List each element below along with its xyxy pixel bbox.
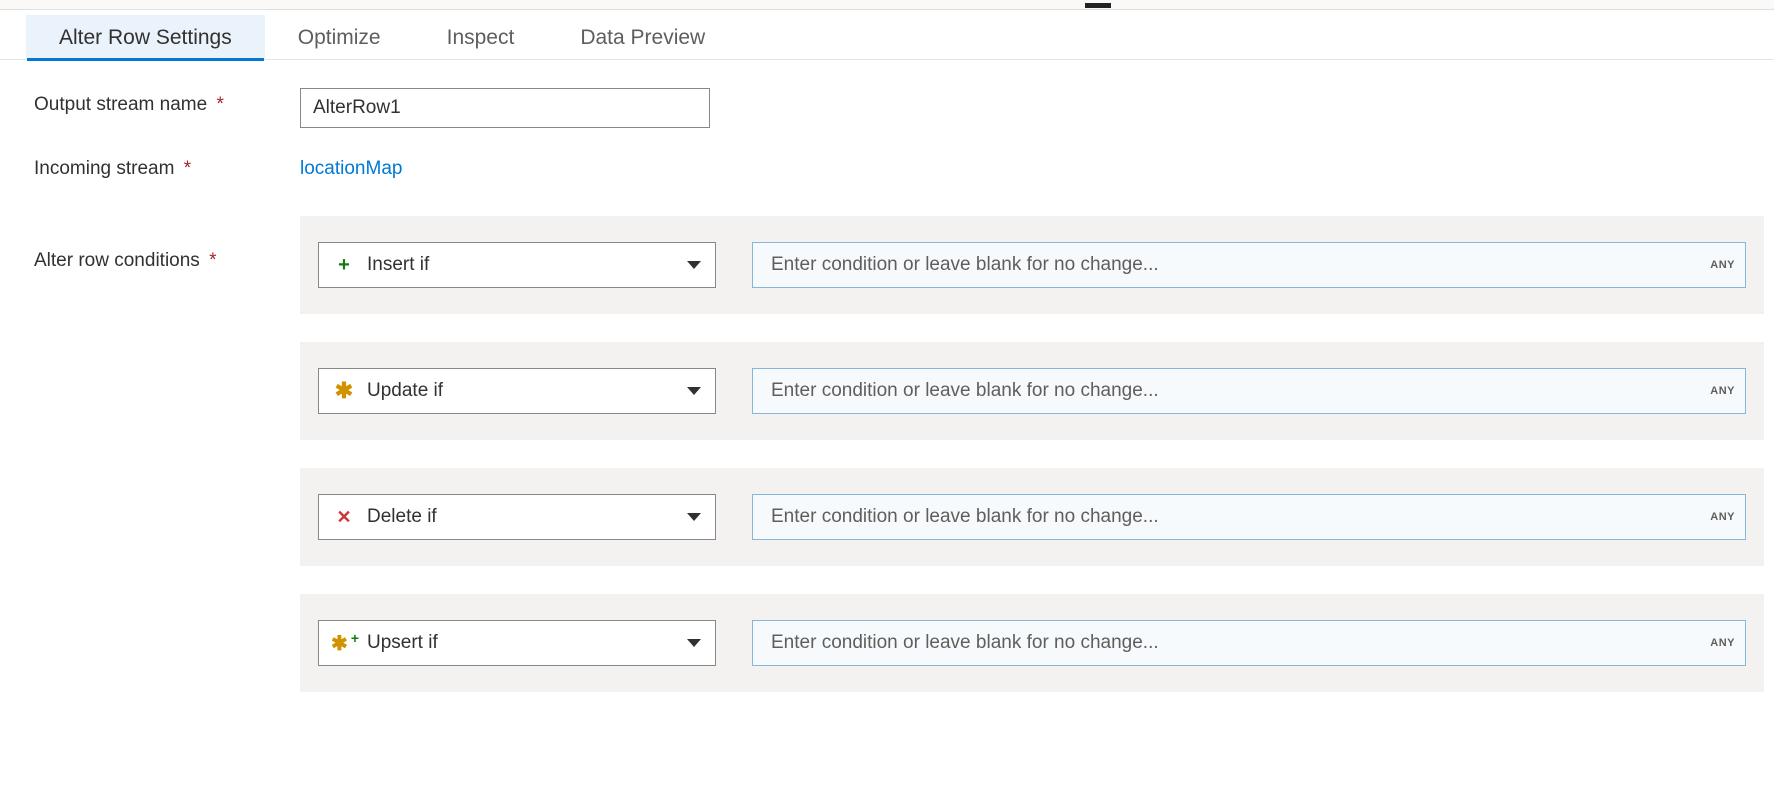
any-badge: ANY — [1710, 385, 1735, 397]
label-text: Incoming stream — [34, 158, 174, 179]
any-badge: ANY — [1710, 511, 1735, 523]
tab-optimize[interactable]: Optimize — [265, 15, 414, 60]
condition-expression-input[interactable]: Enter condition or leave blank for no ch… — [752, 620, 1746, 666]
row-incoming-stream: Incoming stream * locationMap — [34, 152, 1764, 180]
any-badge: ANY — [1710, 259, 1735, 271]
insert-icon: + — [333, 254, 355, 276]
any-badge: ANY — [1710, 637, 1735, 649]
select-label: Upsert if — [355, 632, 687, 654]
condition-type-select-delete[interactable]: ✕ Delete if — [318, 494, 716, 540]
placeholder-text: Enter condition or leave blank for no ch… — [771, 254, 1710, 276]
update-icon: ✱ — [333, 380, 355, 402]
condition-type-select-insert[interactable]: + Insert if — [318, 242, 716, 288]
label-text: Alter row conditions — [34, 250, 200, 271]
tab-bar: Alter Row Settings Optimize Inspect Data… — [0, 10, 1774, 60]
required-marker: * — [216, 94, 223, 115]
placeholder-text: Enter condition or leave blank for no ch… — [771, 506, 1710, 528]
row-output-stream-name: Output stream name * — [34, 88, 1764, 128]
placeholder-text: Enter condition or leave blank for no ch… — [771, 380, 1710, 402]
chevron-down-icon — [687, 639, 701, 647]
tab-alter-row-settings[interactable]: Alter Row Settings — [26, 15, 265, 60]
placeholder-text: Enter condition or leave blank for no ch… — [771, 632, 1710, 654]
select-label: Insert if — [355, 254, 687, 276]
label-incoming-stream: Incoming stream * — [34, 152, 300, 180]
label-text: Output stream name — [34, 94, 207, 115]
incoming-stream-link[interactable]: locationMap — [300, 152, 402, 180]
condition-row: + Insert if Enter condition or leave bla… — [300, 216, 1764, 314]
output-stream-name-input[interactable] — [300, 88, 710, 128]
label-output-stream-name: Output stream name * — [34, 88, 300, 116]
condition-row: ✕ Delete if Enter condition or leave bla… — [300, 468, 1764, 566]
tab-inspect[interactable]: Inspect — [414, 15, 548, 60]
upsert-icon: ✱+ — [333, 632, 355, 654]
chevron-down-icon — [687, 261, 701, 269]
condition-expression-input[interactable]: Enter condition or leave blank for no ch… — [752, 494, 1746, 540]
select-label: Delete if — [355, 506, 687, 528]
condition-row: ✱+ Upsert if Enter condition or leave bl… — [300, 594, 1764, 692]
label-alter-row-conditions: Alter row conditions * — [34, 216, 300, 272]
chevron-down-icon — [687, 387, 701, 395]
chevron-down-icon — [687, 513, 701, 521]
condition-row: ✱ Update if Enter condition or leave bla… — [300, 342, 1764, 440]
required-marker: * — [184, 158, 191, 179]
row-alter-row-conditions: Alter row conditions * + Insert if Enter… — [34, 216, 1764, 692]
conditions-list: + Insert if Enter condition or leave bla… — [300, 216, 1764, 692]
required-marker: * — [209, 250, 216, 271]
condition-expression-input[interactable]: Enter condition or leave blank for no ch… — [752, 242, 1746, 288]
select-label: Update if — [355, 380, 687, 402]
pane-top-edge — [0, 0, 1774, 10]
condition-type-select-upsert[interactable]: ✱+ Upsert if — [318, 620, 716, 666]
condition-expression-input[interactable]: Enter condition or leave blank for no ch… — [752, 368, 1746, 414]
drag-handle[interactable] — [1085, 3, 1111, 8]
condition-type-select-update[interactable]: ✱ Update if — [318, 368, 716, 414]
delete-icon: ✕ — [333, 506, 355, 528]
tab-data-preview[interactable]: Data Preview — [547, 15, 738, 60]
form-area: Output stream name * Incoming stream * l… — [0, 60, 1774, 744]
